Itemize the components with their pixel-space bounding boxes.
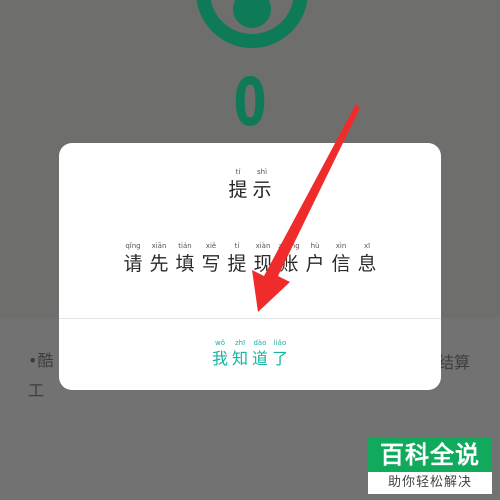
hanzi: 账	[279, 253, 299, 275]
confirm-button[interactable]: wǒ 我 zhī 知 dào 道 liǎo 了	[59, 339, 441, 369]
ruby-char: xiàn 现	[250, 242, 276, 276]
ruby-char: xiān 先	[146, 242, 172, 276]
dialog-divider	[59, 318, 441, 319]
hanzi: 写	[201, 253, 221, 275]
pinyin: shì	[256, 168, 268, 176]
pinyin: xī	[363, 242, 371, 250]
ruby-char: shì 示	[250, 168, 274, 202]
balance-amount: 0	[233, 64, 267, 141]
background-text-right: 结算	[438, 353, 471, 372]
ruby-char: xìn 信	[328, 242, 354, 276]
ruby-char: tí 提	[226, 168, 250, 202]
ruby-char: hù 户	[302, 242, 328, 276]
ruby-char: liǎo 了	[270, 339, 290, 369]
alert-dialog: tí 提 shì 示 qǐng 请 xiān 先 tián 填 xiě 写 tí 提 xiàn 现 zhàng…	[59, 143, 441, 390]
hanzi: 息	[357, 253, 377, 275]
pinyin: liǎo	[273, 339, 287, 347]
ruby-char: dào 道	[250, 339, 270, 369]
hanzi: 户	[305, 253, 325, 275]
hanzi: 提	[228, 179, 248, 201]
watermark-brand: 百科全说	[368, 438, 492, 472]
hanzi: 先	[149, 253, 169, 275]
hanzi: 填	[175, 253, 195, 275]
ruby-char: zhī 知	[230, 339, 250, 369]
hanzi: 提	[227, 253, 247, 275]
hanzi: 了	[271, 349, 288, 368]
ruby-char: xiě 写	[198, 242, 224, 276]
watermark-tagline: 助你轻松解决	[387, 475, 472, 490]
hanzi: 道	[251, 349, 268, 368]
hanzi: 我	[211, 349, 228, 368]
dialog-title: tí 提 shì 示	[59, 168, 441, 202]
hanzi: 知	[231, 349, 248, 368]
hanzi: 现	[253, 253, 273, 275]
background-text-line2: 工	[28, 381, 45, 400]
background-text-line1: •酷	[28, 351, 54, 370]
ruby-char: qǐng 请	[120, 242, 146, 276]
dialog-message: qǐng 请 xiān 先 tián 填 xiě 写 tí 提 xiàn 现 zhàng 账 hù 户 xìn 信…	[59, 242, 441, 276]
hanzi: 请	[123, 253, 143, 275]
ruby-char: tí 提	[224, 242, 250, 276]
ruby-char: wǒ 我	[210, 339, 230, 369]
ruby-char: tián 填	[172, 242, 198, 276]
hanzi: 信	[331, 253, 351, 275]
watermark-logo: 百科全说 助你轻松解决	[368, 438, 492, 494]
hanzi: 示	[252, 179, 272, 201]
ruby-char: zhàng 账	[276, 242, 302, 276]
ruby-char: xī 息	[354, 242, 380, 276]
